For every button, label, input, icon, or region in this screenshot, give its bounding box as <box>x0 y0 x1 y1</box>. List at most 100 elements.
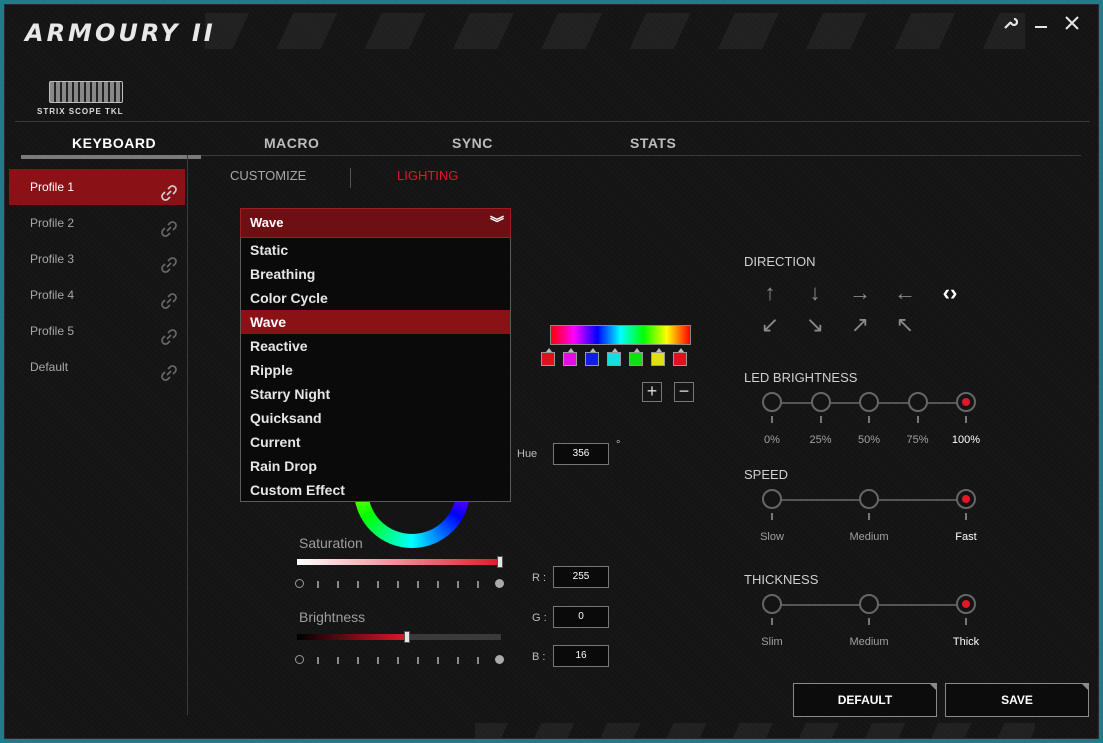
profile-item[interactable]: Profile 2 <box>9 205 185 241</box>
title-decoration <box>205 13 1025 49</box>
color-stop-swatch[interactable] <box>629 348 643 366</box>
dropdown-option[interactable]: Ripple <box>241 358 510 382</box>
scale-start-dot <box>295 655 304 664</box>
profile-label: Profile 1 <box>30 180 75 194</box>
subtab-lighting[interactable]: LIGHTING <box>397 168 458 183</box>
wave-color-spectrum[interactable] <box>550 325 691 345</box>
profile-label: Profile 5 <box>30 324 75 338</box>
profile-item[interactable]: Profile 5 <box>9 313 185 349</box>
profile-label: Profile 4 <box>30 288 75 302</box>
chevron-double-up-icon: ︾ <box>490 215 504 231</box>
dropdown-option[interactable]: Wave <box>241 310 510 334</box>
color-stop-swatch[interactable] <box>585 348 599 366</box>
active-tab-indicator <box>21 155 201 159</box>
effect-dropdown[interactable]: Wave ︾ <box>240 208 511 238</box>
minimize-icon <box>1035 26 1047 28</box>
arrow-horizontal-icon[interactable]: ‹› <box>937 280 963 306</box>
save-button[interactable]: SAVE <box>945 683 1089 717</box>
dropdown-option[interactable]: Quicksand <box>241 406 510 430</box>
speed-option-node[interactable] <box>762 489 782 509</box>
profile-item[interactable]: Profile 3 <box>9 241 185 277</box>
link-icon[interactable] <box>161 179 177 201</box>
scale-end-dot <box>495 655 504 664</box>
color-stop-swatch[interactable] <box>607 348 621 366</box>
subtab-customize[interactable]: CUSTOMIZE <box>230 168 306 183</box>
arrow-down-right-icon[interactable]: ↘ <box>802 312 828 338</box>
arrow-up-icon[interactable]: ↑ <box>757 280 783 306</box>
r-input[interactable]: 255 <box>553 566 609 588</box>
default-button[interactable]: DEFAULT <box>793 683 937 717</box>
tab-sync[interactable]: SYNC <box>452 135 493 151</box>
dropdown-option[interactable]: Reactive <box>241 334 510 358</box>
profile-item[interactable]: Profile 1 <box>9 169 185 205</box>
profile-item[interactable]: Default <box>9 349 185 385</box>
scale-tick <box>868 416 870 423</box>
keyboard-device-icon[interactable] <box>49 81 123 103</box>
dropdown-option[interactable]: Starry Night <box>241 382 510 406</box>
color-stop-swatch[interactable] <box>563 348 577 366</box>
link-icon[interactable] <box>161 251 177 273</box>
dropdown-option[interactable]: Rain Drop <box>241 454 510 478</box>
scale-tick <box>916 416 919 423</box>
settings-button[interactable] <box>995 9 1025 37</box>
link-icon[interactable] <box>161 359 177 381</box>
thickness-option-node[interactable] <box>956 594 976 614</box>
led_brightness-option-node[interactable] <box>859 392 879 412</box>
add-color-button[interactable]: + <box>642 382 662 402</box>
wrench-icon <box>1004 17 1019 29</box>
close-button[interactable] <box>1057 9 1087 37</box>
thickness-option-label: Medium <box>849 636 889 648</box>
hue-label: Hue <box>517 448 538 460</box>
thickness-option-label: Slim <box>761 636 783 648</box>
tab-keyboard[interactable]: KEYBOARD <box>72 135 156 151</box>
arrow-up-right-icon[interactable]: ↗ <box>847 312 873 338</box>
close-icon <box>1065 16 1079 30</box>
arrow-left-icon[interactable]: ← <box>892 280 918 306</box>
led_brightness-option-node[interactable] <box>810 392 831 412</box>
link-icon[interactable] <box>161 323 177 345</box>
brightness-slider-handle[interactable] <box>404 631 411 643</box>
speed-option-node[interactable] <box>956 489 976 509</box>
led_brightness-option-node[interactable] <box>762 392 782 412</box>
remove-color-button[interactable]: − <box>674 382 694 402</box>
minimize-button[interactable] <box>1026 9 1056 37</box>
arrow-down-left-icon[interactable]: ↙ <box>757 312 783 338</box>
dropdown-option[interactable]: Color Cycle <box>241 286 510 310</box>
dropdown-option[interactable]: Static <box>241 238 510 262</box>
saturation-slider[interactable] <box>297 559 501 565</box>
hue-input[interactable]: 356 <box>553 443 609 465</box>
led_brightness-option-node[interactable] <box>907 392 928 412</box>
color-stop-swatch[interactable] <box>651 348 665 366</box>
divider <box>350 168 351 188</box>
scale-tick <box>965 416 967 423</box>
scale-tick <box>819 416 822 423</box>
thickness-option-node[interactable] <box>762 594 782 614</box>
color-stop-swatch[interactable] <box>541 348 555 366</box>
g-input[interactable]: 0 <box>553 606 609 628</box>
speed-option-label: Fast <box>955 531 977 543</box>
direction-title: DIRECTION <box>744 254 816 269</box>
saturation-scale <box>295 578 505 590</box>
dropdown-option[interactable]: Breathing <box>241 262 510 286</box>
profile-item[interactable]: Profile 4 <box>9 277 185 313</box>
speed-option-node[interactable] <box>859 489 879 509</box>
arrow-right-icon[interactable]: → <box>847 280 873 306</box>
led_brightness-option-label: 100% <box>951 434 981 446</box>
link-icon[interactable] <box>161 287 177 309</box>
led-brightness-title: LED BRIGHTNESS <box>744 370 858 385</box>
arrow-up-left-icon[interactable]: ↖ <box>892 312 918 338</box>
dropdown-option[interactable]: Custom Effect <box>241 478 510 502</box>
led_brightness-option-node[interactable] <box>956 392 976 412</box>
dropdown-option[interactable]: Current <box>241 430 510 454</box>
tab-stats[interactable]: STATS <box>630 135 676 151</box>
thickness-option-node[interactable] <box>859 594 879 614</box>
arrow-down-icon[interactable]: ↓ <box>802 280 828 306</box>
hue-unit: ° <box>616 439 621 451</box>
color-stop-swatch[interactable] <box>673 348 687 366</box>
b-input[interactable]: 16 <box>553 645 609 667</box>
link-icon[interactable] <box>161 215 177 237</box>
saturation-slider-handle[interactable] <box>497 556 503 568</box>
brightness-slider[interactable] <box>297 634 501 640</box>
effect-dropdown-list: Static Breathing Color Cycle Wave Reactive Ri… <box>240 238 511 502</box>
tab-macro[interactable]: MACRO <box>264 135 319 151</box>
